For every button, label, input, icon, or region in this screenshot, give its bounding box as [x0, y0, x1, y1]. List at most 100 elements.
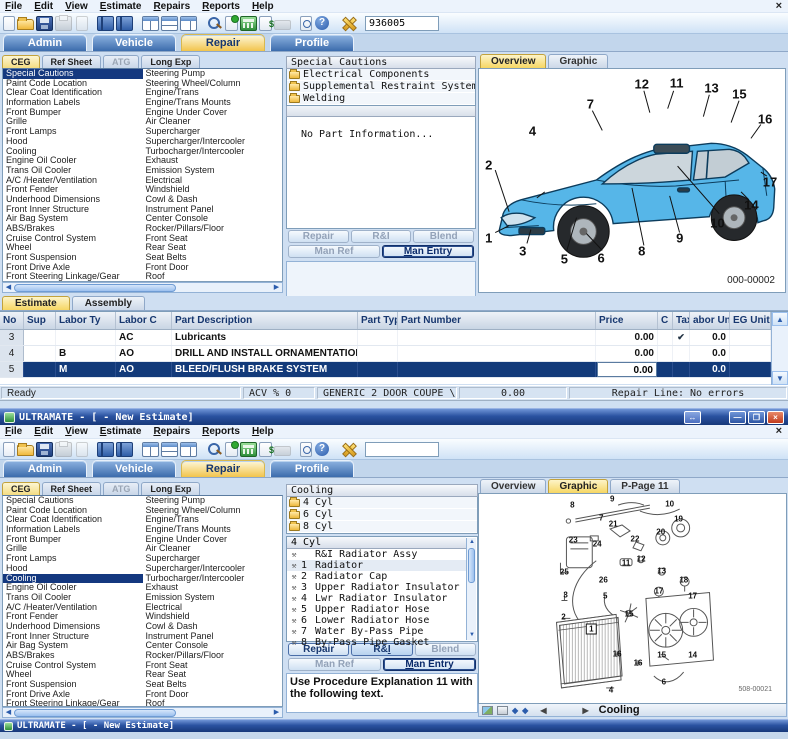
folder-item[interactable]: Welding [287, 93, 475, 105]
list-item[interactable]: Instrument Panel [143, 205, 283, 215]
note-icon[interactable] [225, 440, 239, 457]
list-item[interactable]: Supercharger/Intercooler [143, 564, 283, 574]
help-icon[interactable] [314, 441, 331, 457]
part-item[interactable]: ⚒ 4 Lwr Radiator Insulator [287, 593, 466, 604]
list-item[interactable]: Front Inner Structure [3, 632, 143, 642]
folder-item[interactable]: Electrical Components [287, 69, 475, 81]
part-item[interactable]: ⚒ 3 Upper Radiator Insulator [287, 582, 466, 593]
lay3-icon[interactable] [180, 441, 197, 457]
list-item[interactable]: Steering Wheel/Column [143, 506, 283, 516]
menu-file[interactable]: File [5, 1, 22, 12]
list-item[interactable]: Engine/Trans Mounts [143, 98, 283, 108]
grid-cell[interactable]: B [56, 346, 116, 361]
tools-icon[interactable] [340, 16, 357, 31]
list-item[interactable]: Center Console [143, 641, 283, 651]
grid-cell[interactable] [658, 362, 673, 377]
mdi-close-icon[interactable]: × [776, 0, 782, 12]
column-header[interactable]: Labor C [116, 312, 172, 329]
book1-icon[interactable] [97, 15, 114, 31]
grid-cell[interactable] [358, 330, 398, 345]
list-item[interactable]: Roof [143, 699, 283, 706]
book1-icon[interactable] [97, 441, 114, 457]
list-item[interactable]: Clear Coat Identification [3, 515, 143, 525]
list-item[interactable]: Paint Code Location [3, 79, 143, 89]
scroll-right-icon[interactable]: ▶ [271, 708, 282, 718]
list-item[interactable]: Special Cautions [3, 69, 143, 79]
man-entry-button[interactable]: Man Entry [383, 658, 476, 671]
scroll-right-icon[interactable]: ▶ [271, 283, 282, 293]
list-item[interactable]: Electrical [143, 176, 283, 186]
grid-cell[interactable]: BLEED/FLUSH BRAKE SYSTEM [172, 362, 358, 377]
list-item[interactable]: Roof [143, 272, 283, 281]
list-item[interactable]: Front Bumper [3, 535, 143, 545]
folder-item[interactable]: 4 Cyl [287, 497, 477, 509]
list-item[interactable]: Rocker/Pillars/Floor [143, 224, 283, 234]
list-item[interactable]: Front Door [143, 263, 283, 273]
list-item[interactable]: A/C /Heater/Ventilation [3, 603, 143, 613]
list-item[interactable]: Front Steering Linkage/Gear [3, 272, 143, 281]
grid-cell[interactable] [658, 346, 673, 361]
list-item[interactable]: Cowl & Dash [143, 195, 283, 205]
column-header[interactable]: No [0, 312, 24, 329]
list-item[interactable]: Exhaust [143, 156, 283, 166]
list-item[interactable]: Front Fender [3, 612, 143, 622]
tools-icon[interactable] [340, 442, 357, 457]
list-item[interactable]: Hood [3, 564, 143, 574]
grid-cell[interactable] [358, 346, 398, 361]
list-item[interactable]: Exhaust [143, 583, 283, 593]
scroll-up-icon[interactable]: ▲ [772, 312, 788, 326]
grid-vertical-scrollbar[interactable]: ▲ ▼ [771, 312, 788, 385]
grid-cell[interactable]: 0.0 [690, 362, 730, 377]
list-item[interactable]: Front Steering Linkage/Gear [3, 699, 143, 706]
grid-cell[interactable] [24, 330, 56, 345]
docsearch-icon[interactable] [300, 15, 312, 31]
part-item[interactable]: ⚒ 2 Radiator Cap [287, 571, 466, 582]
man-entry-button[interactable]: Man Entry [382, 245, 474, 258]
list-item[interactable]: Wheel [3, 243, 143, 253]
list-item[interactable]: Electrical [143, 603, 283, 613]
menu-file[interactable]: File [5, 426, 22, 437]
list-item[interactable]: Front Seat [143, 661, 283, 671]
list-item[interactable]: Emission System [143, 593, 283, 603]
grid-cell[interactable]: Lubricants [172, 330, 358, 345]
list-item[interactable]: Engine Oil Cooler [3, 583, 143, 593]
print-icon[interactable] [497, 705, 508, 715]
estimate-number-input[interactable] [365, 15, 439, 31]
grid-cell[interactable] [398, 346, 596, 361]
save-icon[interactable] [36, 441, 53, 457]
title-bar-2[interactable]: ULTRAMATE - [ - New Estimate] ↔ — ❐ × [0, 408, 788, 425]
list-item[interactable]: Front Seat [143, 234, 283, 244]
list-item[interactable]: Wheel [3, 670, 143, 680]
menu-repairs[interactable]: Repairs [153, 426, 190, 437]
estimate-row[interactable]: 5 M AO BLEED/FLUSH BRAKE SYSTEM 0.00 0.0 [0, 362, 771, 378]
list-item[interactable]: Underhood Dimensions [3, 195, 143, 205]
column-header[interactable]: Part Number [398, 312, 596, 329]
new-icon[interactable] [3, 15, 15, 31]
tab-overview[interactable]: Overview [480, 54, 547, 68]
grid-cell[interactable]: DRILL AND INSTALL ORNAMENTATION [172, 346, 358, 361]
grid-cell[interactable]: 0.0 [690, 346, 730, 361]
list-item[interactable]: Cooling [3, 573, 143, 584]
price-cell[interactable]: 0.00 [596, 346, 658, 361]
list-item[interactable]: Front Suspension [3, 253, 143, 263]
calc-icon[interactable] [240, 441, 257, 457]
grid-cell[interactable] [56, 330, 116, 345]
column-header[interactable]: C [658, 312, 673, 329]
search-icon[interactable] [206, 16, 223, 31]
list-item[interactable]: Steering Wheel/Column [143, 79, 283, 89]
list-item[interactable]: Engine Under Cover [143, 108, 283, 118]
list-item[interactable]: Windshield [143, 185, 283, 195]
scroll-thumb[interactable] [14, 284, 176, 292]
grid-cell[interactable] [673, 346, 690, 361]
menu-view[interactable]: View [65, 1, 88, 12]
horizontal-scrollbar-2[interactable]: ◀ ▶ [2, 707, 283, 718]
part-item[interactable]: ⚒ 8 By-Pass Pipe Gasket [287, 637, 466, 648]
list-item[interactable]: Engine Oil Cooler [3, 156, 143, 166]
grid-cell[interactable] [398, 330, 596, 345]
grid-cell[interactable]: ✔ [673, 330, 690, 345]
menu-estimate[interactable]: Estimate [100, 426, 142, 437]
list-item[interactable]: Seat Belts [143, 253, 283, 263]
new-icon[interactable] [3, 441, 15, 457]
part-item[interactable]: ⚒ 6 Lower Radiator Hose [287, 615, 466, 626]
menu-edit[interactable]: Edit [34, 426, 53, 437]
